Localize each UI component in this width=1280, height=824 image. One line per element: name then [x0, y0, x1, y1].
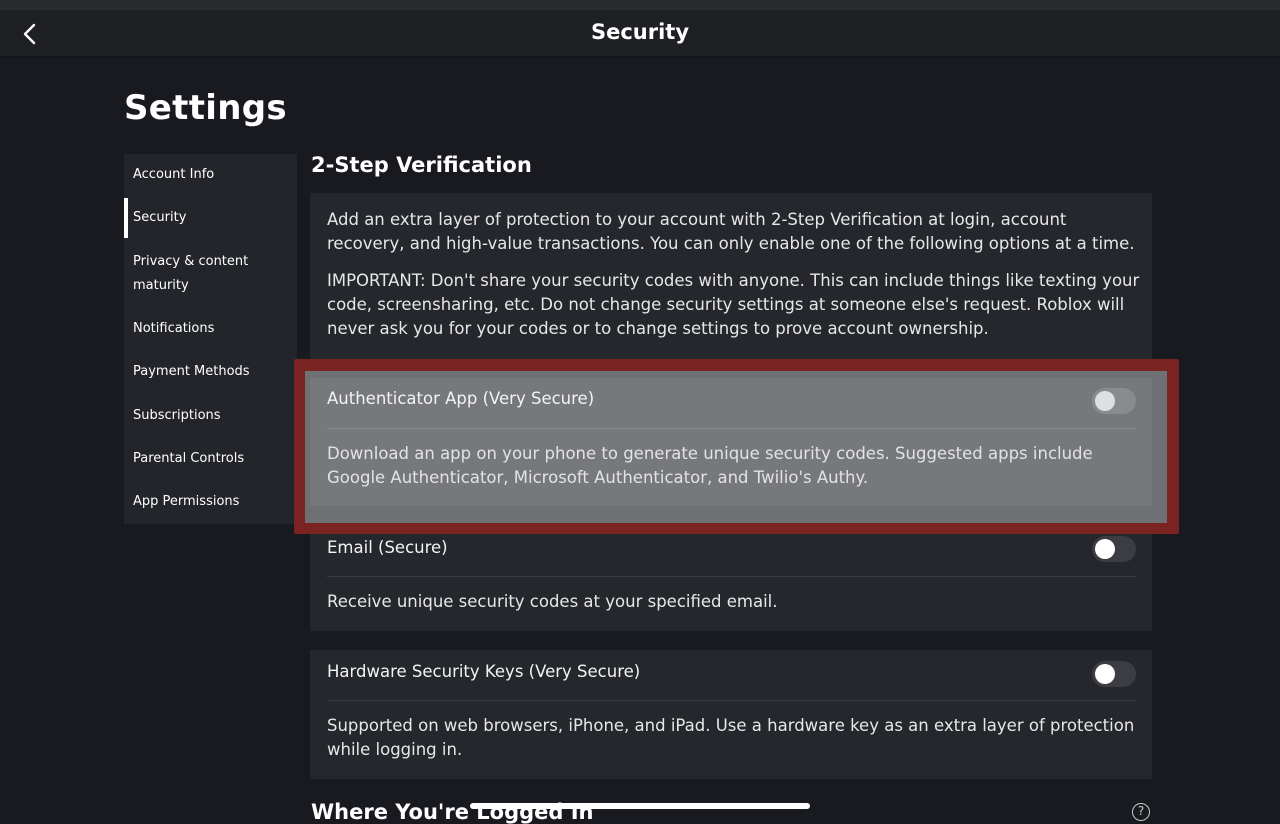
toggle-knob [1095, 664, 1115, 684]
sidebar-item-label: Subscriptions [133, 408, 221, 423]
important-notice: IMPORTANT: Don't share your security cod… [327, 271, 1140, 338]
sidebar-item-payment-methods[interactable]: Payment Methods [124, 360, 297, 384]
sidebar-item-notifications[interactable]: Notifications [124, 317, 297, 341]
option-divider [327, 428, 1136, 429]
sidebar-item-label: Parental Controls [133, 451, 245, 466]
sidebar-item-parental-controls[interactable]: Parental Controls [124, 447, 297, 471]
email-toggle[interactable] [1092, 536, 1136, 562]
sidebar-item-subscriptions[interactable]: Subscriptions [124, 404, 297, 428]
toggle-knob [1095, 539, 1115, 559]
top-nav-bar: Security [0, 0, 1280, 57]
help-icon[interactable]: ? [1132, 803, 1150, 821]
sidebar-item-label: Payment Methods [133, 364, 250, 379]
hardware-key-option-title: Hardware Security Keys (Very Secure) [327, 662, 641, 681]
sidebar-item-security[interactable]: Security [124, 198, 297, 238]
toggle-knob [1095, 391, 1115, 411]
hardware-key-option-description: Supported on web browsers, iPhone, and i… [327, 716, 1135, 759]
authenticator-toggle[interactable] [1092, 388, 1136, 414]
page-title: Settings [124, 88, 287, 128]
sidebar-item-label: Notifications [133, 321, 215, 336]
sidebar-item-app-permissions[interactable]: App Permissions [124, 490, 297, 514]
sidebar-item-label: Account Info [133, 167, 215, 182]
settings-sidebar: Account Info Security Privacy & content … [124, 154, 297, 524]
option-divider [327, 700, 1136, 701]
sidebar-item-label: Security [133, 210, 187, 225]
authenticator-option-description: Download an app on your phone to generat… [327, 444, 1093, 487]
sidebar-item-label: Privacy & content maturity [133, 254, 249, 293]
two-step-verification-title: 2-Step Verification [311, 153, 532, 177]
option-divider [327, 576, 1136, 577]
sidebar-item-label: App Permissions [133, 494, 240, 509]
authenticator-option-title: Authenticator App (Very Secure) [327, 389, 595, 408]
sidebar-item-account-info[interactable]: Account Info [124, 163, 297, 187]
header-title: Security [590, 20, 690, 44]
intro-text: Add an extra layer of protection to your… [327, 210, 1135, 253]
two-step-intro-card: Add an extra layer of protection to your… [310, 193, 1152, 359]
sidebar-item-privacy[interactable]: Privacy & content maturity [124, 250, 274, 298]
email-option-title: Email (Secure) [327, 538, 448, 557]
home-indicator[interactable] [470, 803, 810, 809]
email-option-description: Receive unique security codes at your sp… [327, 592, 778, 611]
hardware-key-toggle[interactable] [1092, 661, 1136, 687]
status-strip [0, 0, 1280, 10]
